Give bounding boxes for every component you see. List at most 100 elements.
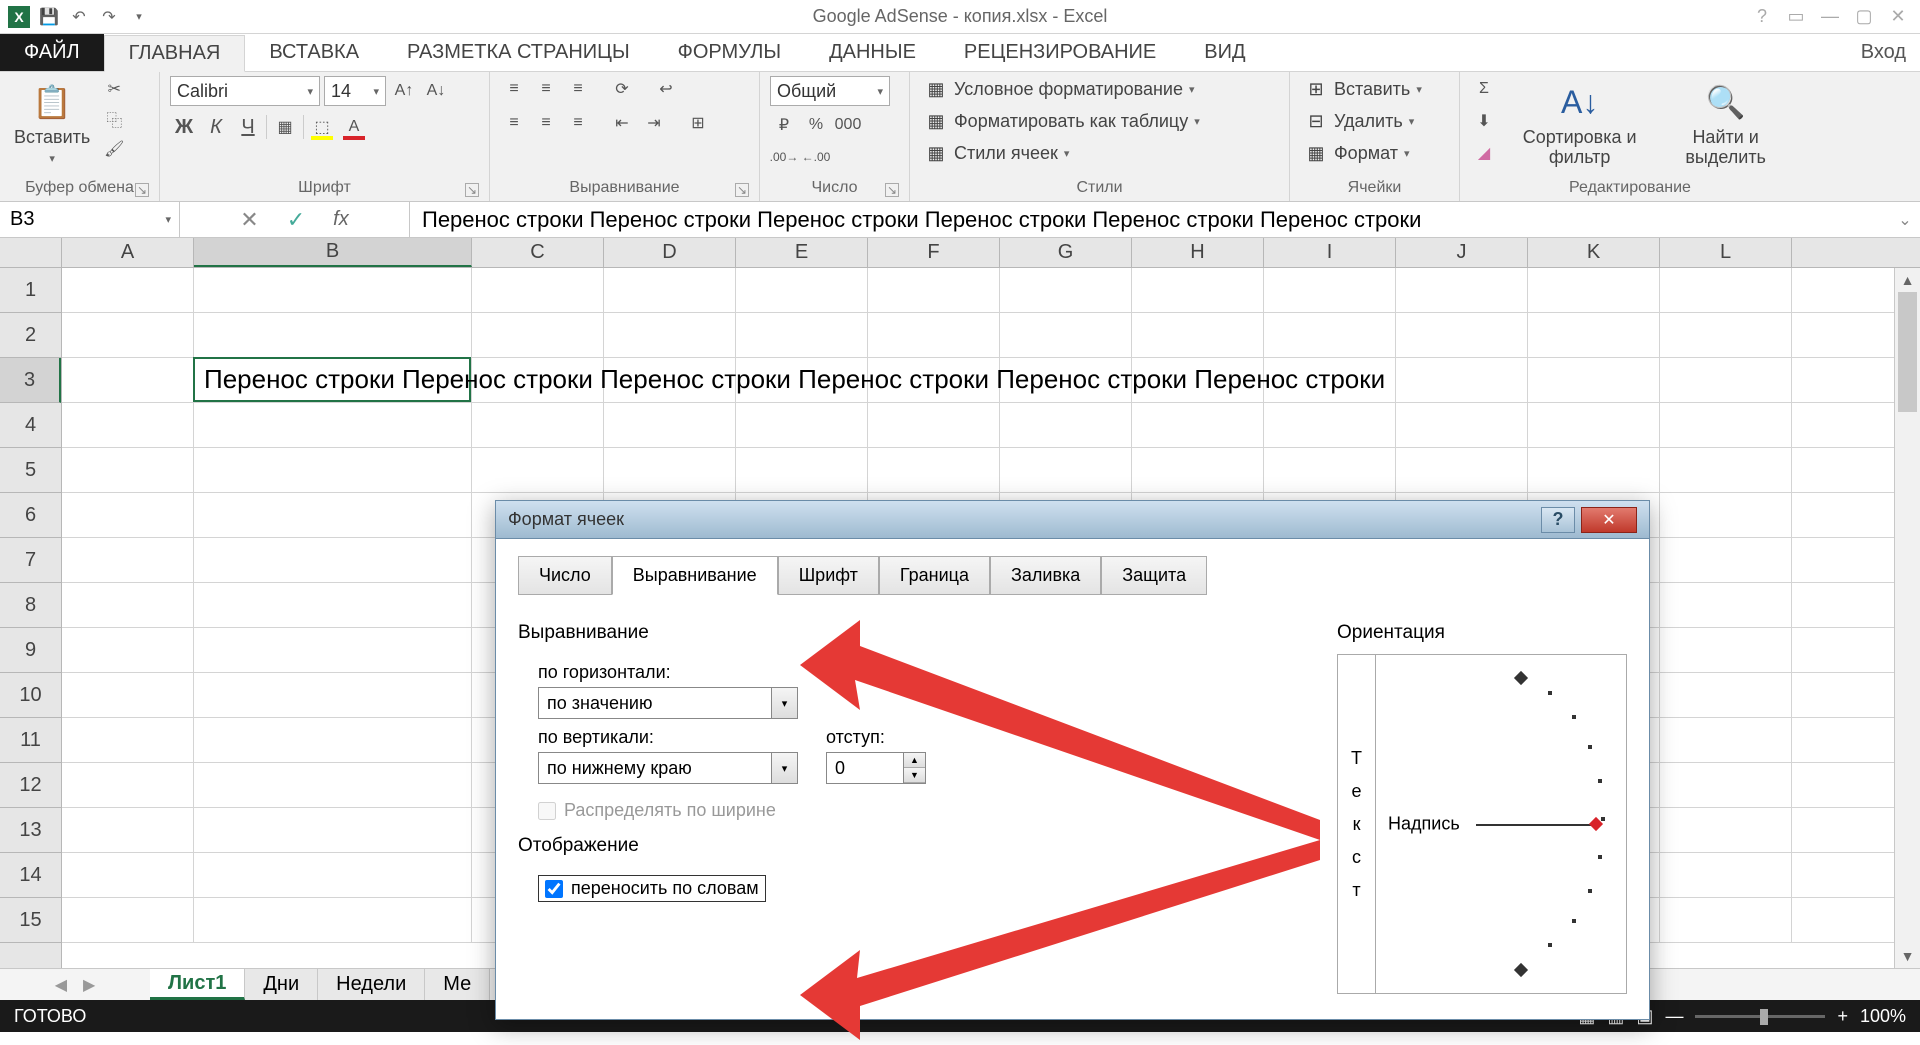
- cell[interactable]: [604, 313, 736, 357]
- insert-cells-button[interactable]: ⊞Вставить▾: [1300, 76, 1426, 102]
- cell[interactable]: [194, 268, 472, 312]
- cell[interactable]: [604, 448, 736, 492]
- scroll-up-icon[interactable]: ▲: [1895, 268, 1920, 292]
- cell[interactable]: [1132, 403, 1264, 447]
- vertical-scrollbar[interactable]: ▲ ▼: [1894, 268, 1920, 968]
- ribbon-tab-2[interactable]: РАЗМЕТКА СТРАНИЦЫ: [383, 34, 654, 71]
- cell[interactable]: [1132, 448, 1264, 492]
- close-icon[interactable]: ✕: [1884, 6, 1912, 28]
- dialog-tab[interactable]: Защита: [1101, 556, 1207, 595]
- cell[interactable]: [62, 493, 194, 537]
- increase-font-icon[interactable]: A↑: [390, 78, 418, 104]
- row-header[interactable]: 15: [0, 898, 61, 943]
- cell[interactable]: [868, 313, 1000, 357]
- sheet-nav-next-icon[interactable]: ▶: [83, 975, 95, 995]
- cell[interactable]: [1396, 403, 1528, 447]
- cell[interactable]: [1660, 853, 1792, 897]
- paste-button[interactable]: 📋 Вставить ▾: [10, 76, 94, 169]
- file-tab[interactable]: ФАЙЛ: [0, 34, 104, 71]
- sheet-nav-prev-icon[interactable]: ◀: [55, 975, 67, 995]
- clear-icon[interactable]: ◢: [1470, 140, 1498, 166]
- cell[interactable]: [736, 268, 868, 312]
- cell[interactable]: [736, 448, 868, 492]
- decrease-decimal-icon[interactable]: ←.00: [802, 144, 830, 170]
- cell[interactable]: [194, 673, 472, 717]
- cell[interactable]: [62, 538, 194, 582]
- align-right-icon[interactable]: ≡: [564, 110, 592, 136]
- cell[interactable]: [1000, 313, 1132, 357]
- ribbon-tab-0[interactable]: ГЛАВНАЯ: [104, 35, 246, 72]
- cell[interactable]: [1660, 628, 1792, 672]
- sheet-tab[interactable]: Дни: [245, 969, 318, 1000]
- dialog-tab[interactable]: Шрифт: [778, 556, 879, 595]
- column-header[interactable]: D: [604, 238, 736, 267]
- cell[interactable]: [1528, 313, 1660, 357]
- row-header[interactable]: 1: [0, 268, 61, 313]
- formula-cancel-icon[interactable]: ✕: [240, 207, 258, 233]
- cell[interactable]: [194, 493, 472, 537]
- scroll-down-icon[interactable]: ▼: [1895, 944, 1920, 968]
- dialog-tab[interactable]: Число: [518, 556, 612, 595]
- indent-spinner[interactable]: 0▲▼: [826, 752, 926, 784]
- cell[interactable]: [1000, 268, 1132, 312]
- cell[interactable]: [194, 448, 472, 492]
- cell[interactable]: [62, 853, 194, 897]
- cell[interactable]: [194, 763, 472, 807]
- cell[interactable]: [1660, 808, 1792, 852]
- cell[interactable]: [1396, 313, 1528, 357]
- sheet-tab[interactable]: Недели: [318, 969, 425, 1000]
- cell[interactable]: [1264, 448, 1396, 492]
- help-icon[interactable]: ?: [1748, 6, 1776, 28]
- zoom-level[interactable]: 100%: [1860, 1006, 1906, 1027]
- align-bottom-icon[interactable]: ≡: [564, 76, 592, 102]
- zoom-slider[interactable]: [1695, 1015, 1825, 1018]
- format-as-table-button[interactable]: ▦Форматировать как таблицу▾: [920, 108, 1204, 134]
- cell[interactable]: [62, 358, 194, 402]
- save-icon[interactable]: 💾: [38, 6, 60, 28]
- align-middle-icon[interactable]: ≡: [532, 76, 560, 102]
- cell[interactable]: [62, 808, 194, 852]
- font-size-combo[interactable]: 14▾: [324, 76, 386, 106]
- cell[interactable]: [194, 898, 472, 942]
- row-header[interactable]: 13: [0, 808, 61, 853]
- cell[interactable]: [62, 268, 194, 312]
- format-cells-button[interactable]: ▦Формат▾: [1300, 140, 1413, 166]
- zoom-out-icon[interactable]: —: [1665, 1006, 1683, 1027]
- cell[interactable]: [1660, 718, 1792, 762]
- orientation-control[interactable]: Текст Надпись: [1337, 654, 1627, 994]
- ribbon-tab-3[interactable]: ФОРМУЛЫ: [654, 34, 805, 71]
- clipboard-launcher-icon[interactable]: ↘: [135, 183, 149, 197]
- cell[interactable]: [194, 628, 472, 672]
- vertical-text-button[interactable]: Текст: [1338, 655, 1376, 993]
- cell[interactable]: [1660, 313, 1792, 357]
- cut-icon[interactable]: ✂: [100, 76, 128, 102]
- column-header[interactable]: K: [1528, 238, 1660, 267]
- cell[interactable]: [62, 313, 194, 357]
- cell[interactable]: [1660, 898, 1792, 942]
- wrap-text-checkbox[interactable]: переносить по словам: [538, 875, 766, 902]
- align-top-icon[interactable]: ≡: [500, 76, 528, 102]
- dialog-tab[interactable]: Заливка: [990, 556, 1101, 595]
- number-launcher-icon[interactable]: ↘: [885, 183, 899, 197]
- cell[interactable]: [1660, 583, 1792, 627]
- cell[interactable]: [868, 403, 1000, 447]
- borders-icon[interactable]: ▦: [271, 114, 299, 140]
- find-select-button[interactable]: 🔍 Найти и выделить: [1661, 76, 1790, 172]
- cell[interactable]: [62, 718, 194, 762]
- scroll-thumb[interactable]: [1898, 292, 1917, 412]
- cell[interactable]: [194, 718, 472, 762]
- cell[interactable]: [1000, 403, 1132, 447]
- cell[interactable]: [194, 403, 472, 447]
- cell[interactable]: [62, 448, 194, 492]
- row-header[interactable]: 3: [0, 358, 61, 403]
- column-header[interactable]: F: [868, 238, 1000, 267]
- cell[interactable]: [1660, 673, 1792, 717]
- column-header[interactable]: J: [1396, 238, 1528, 267]
- currency-icon[interactable]: ₽: [770, 112, 798, 138]
- align-center-icon[interactable]: ≡: [532, 110, 560, 136]
- cell[interactable]: [1396, 448, 1528, 492]
- zoom-in-icon[interactable]: +: [1837, 1006, 1848, 1027]
- cell[interactable]: [194, 313, 472, 357]
- underline-button[interactable]: Ч: [234, 114, 262, 140]
- column-header[interactable]: B: [194, 238, 472, 267]
